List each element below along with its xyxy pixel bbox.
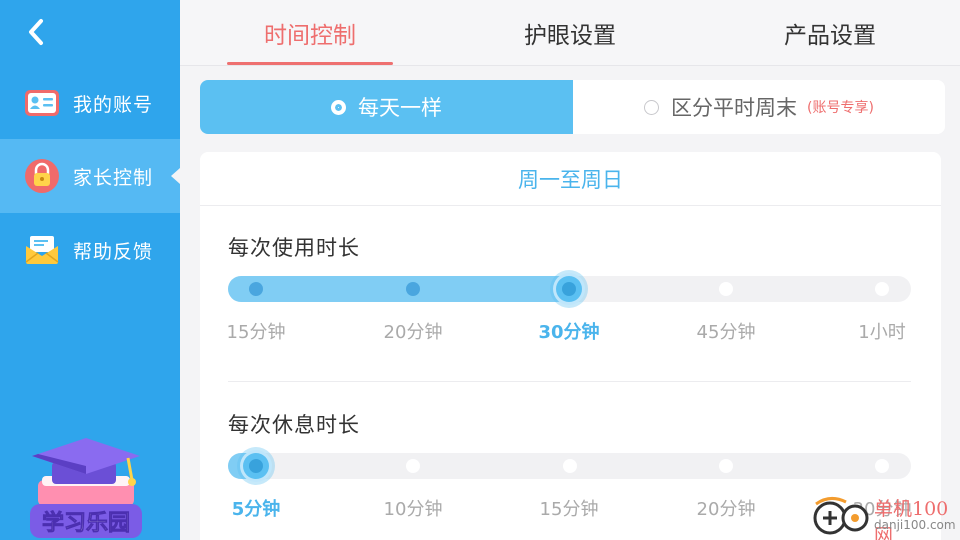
schedule-card: 周一至周日 每次使用时长 15分钟 20分钟 30分钟 45分钟 1小时 每次休…	[200, 152, 941, 540]
sidebar: 我的账号 家长控制 帮助反馈 学习乐园	[0, 0, 180, 540]
envelope-icon	[24, 232, 60, 268]
tab-time-control[interactable]: 时间控制	[220, 0, 400, 66]
sidebar-item-account[interactable]: 我的账号	[0, 66, 180, 140]
rest-duration-option[interactable]: 15分钟	[519, 495, 619, 521]
use-duration-option[interactable]: 30分钟	[519, 318, 619, 344]
use-duration-option[interactable]: 20分钟	[363, 318, 463, 344]
tab-eye-protection[interactable]: 护眼设置	[480, 0, 660, 66]
use-duration-thumb[interactable]	[550, 270, 588, 308]
account-exclusive-note: (账号专享)	[807, 100, 874, 116]
slider-step-dot[interactable]	[406, 459, 420, 473]
mode-option-same-every-day[interactable]: 每天一样	[200, 80, 573, 134]
sidebar-item-label: 我的账号	[73, 93, 154, 116]
rest-duration-title: 每次休息时长	[228, 413, 360, 437]
id-card-icon	[24, 85, 60, 121]
rest-duration-slider[interactable]	[228, 453, 911, 479]
rest-duration-option[interactable]: 10分钟	[363, 495, 463, 521]
tab-active-underline	[227, 62, 393, 65]
sidebar-item-parental-control[interactable]: 家长控制	[0, 139, 180, 213]
mode-option-weekday-weekend[interactable]: 区分平时周末 (账号专享)	[573, 80, 945, 134]
svg-text:学习乐园: 学习乐园	[42, 510, 130, 536]
rest-duration-option[interactable]: 20分钟	[676, 495, 776, 521]
mode-option-label: 区分平时周末	[671, 96, 798, 120]
back-button[interactable]	[22, 16, 50, 48]
tab-bar: 时间控制 护眼设置 产品设置	[180, 0, 960, 66]
rest-duration-option[interactable]: 5分钟	[206, 495, 306, 521]
slider-step-dot[interactable]	[249, 282, 263, 296]
slider-step-dot[interactable]	[719, 282, 733, 296]
slider-step-dot[interactable]	[563, 459, 577, 473]
section-divider	[228, 381, 911, 382]
lock-icon	[24, 158, 60, 194]
learning-park-logo[interactable]: 学习乐园	[28, 436, 148, 540]
schedule-days-header: 周一至周日	[200, 152, 941, 206]
radio-selected-icon	[331, 99, 346, 115]
use-duration-title: 每次使用时长	[228, 236, 360, 260]
slider-step-dot[interactable]	[719, 459, 733, 473]
slider-step-dot[interactable]	[406, 282, 420, 296]
watermark-text: 单机100网	[874, 498, 949, 540]
sidebar-item-help-feedback[interactable]: 帮助反馈	[0, 213, 180, 287]
site-watermark: 单机100网 danji100.com	[812, 494, 960, 540]
sidebar-item-label: 帮助反馈	[73, 240, 154, 263]
watermark-logo-icon	[813, 497, 869, 535]
mode-option-label: 每天一样	[358, 96, 442, 120]
slider-step-dot[interactable]	[875, 282, 889, 296]
watermark-url: danji100.com	[874, 518, 956, 532]
use-duration-fill	[228, 276, 570, 302]
rest-duration-thumb[interactable]	[237, 447, 275, 485]
use-duration-option[interactable]: 45分钟	[676, 318, 776, 344]
mode-selector: 每天一样 区分平时周末 (账号专享)	[200, 80, 945, 134]
slider-step-dot[interactable]	[875, 459, 889, 473]
tab-product-settings[interactable]: 产品设置	[740, 0, 920, 66]
active-indicator	[171, 168, 180, 184]
use-duration-option[interactable]: 1小时	[832, 318, 932, 344]
radio-unselected-icon	[644, 99, 660, 115]
chevron-left-icon	[29, 19, 43, 45]
use-duration-option[interactable]: 15分钟	[206, 318, 306, 344]
sidebar-item-label: 家长控制	[73, 166, 154, 189]
